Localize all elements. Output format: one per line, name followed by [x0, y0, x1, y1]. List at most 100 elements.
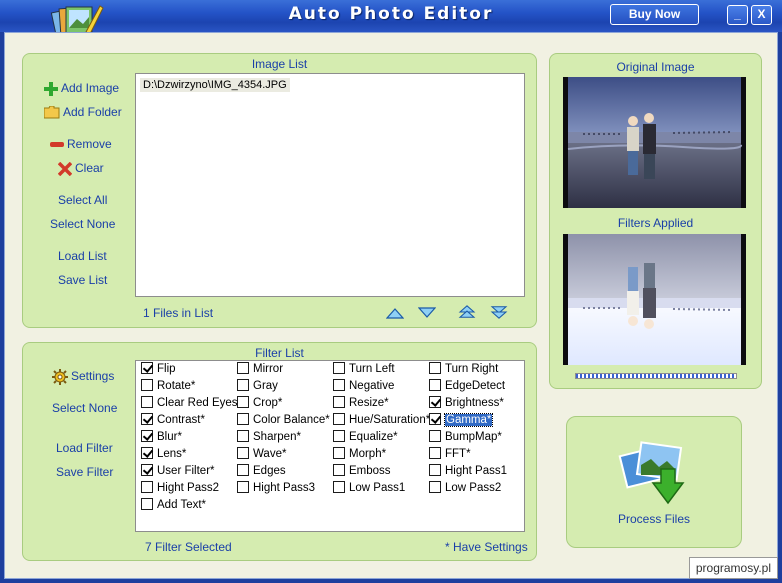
filter-item[interactable]: Mirror — [237, 362, 283, 377]
add-folder-button[interactable]: Add Folder — [44, 105, 122, 119]
original-image — [563, 77, 746, 208]
filter-item[interactable]: Low Pass1 — [333, 481, 405, 496]
filter-checkbox[interactable] — [429, 481, 441, 493]
filter-item[interactable]: BumpMap* — [429, 430, 502, 445]
filter-select-none-button[interactable]: Select None — [52, 401, 117, 415]
filter-item[interactable]: Emboss — [333, 464, 391, 479]
filter-label: EdgeDetect — [445, 380, 506, 392]
filter-item[interactable]: User Filter* — [141, 464, 215, 479]
image-list-box[interactable]: D:\Dzwirzyno\IMG_4354.JPG — [135, 73, 525, 297]
move-up-icon[interactable] — [386, 306, 404, 320]
filter-item[interactable]: Color Balance* — [237, 413, 330, 428]
clear-button[interactable]: Clear — [58, 161, 104, 176]
filter-item[interactable]: Clear Red Eyes — [141, 396, 238, 411]
load-filter-button[interactable]: Load Filter — [56, 441, 113, 455]
close-button[interactable]: X — [751, 5, 772, 25]
filter-item[interactable]: Turn Left — [333, 362, 395, 377]
filter-item[interactable]: EdgeDetect — [429, 379, 505, 394]
filter-checkbox[interactable] — [237, 413, 249, 425]
filter-item[interactable]: Gamma* — [429, 413, 494, 428]
move-top-icon[interactable] — [458, 305, 476, 319]
files-count: 1 Files in List — [143, 306, 214, 320]
filter-checkbox[interactable] — [429, 362, 441, 374]
filter-checkbox[interactable] — [237, 362, 249, 374]
filter-checkbox[interactable] — [141, 379, 153, 391]
filter-label: Flip — [157, 363, 176, 375]
filter-label: Rotate* — [157, 380, 196, 392]
filter-label: Low Pass1 — [349, 482, 406, 494]
select-all-button[interactable]: Select All — [58, 193, 107, 207]
select-none-button[interactable]: Select None — [50, 217, 115, 231]
filter-item[interactable]: Rotate* — [141, 379, 195, 394]
filter-label: Wave* — [253, 448, 287, 460]
add-image-button[interactable]: Add Image — [44, 81, 119, 96]
filter-checkbox[interactable] — [237, 481, 249, 493]
filter-checkbox[interactable] — [429, 396, 441, 408]
filter-item[interactable]: Wave* — [237, 447, 286, 462]
filter-checkbox[interactable] — [141, 447, 153, 459]
filter-label: User Filter* — [157, 465, 215, 477]
filter-item[interactable]: Turn Right — [429, 362, 498, 377]
filter-checkbox[interactable] — [141, 498, 153, 510]
remove-button[interactable]: Remove — [50, 137, 112, 151]
filter-checkbox[interactable] — [237, 430, 249, 442]
filter-checkbox[interactable] — [141, 396, 153, 408]
filter-checkbox[interactable] — [333, 413, 345, 425]
filter-checkbox[interactable] — [333, 379, 345, 391]
filter-item[interactable]: FFT* — [429, 447, 471, 462]
filter-checkbox[interactable] — [237, 379, 249, 391]
minimize-button[interactable]: _ — [727, 5, 748, 25]
filter-item[interactable]: Contrast* — [141, 413, 205, 428]
filter-item[interactable]: Brightness* — [429, 396, 504, 411]
filter-checkbox[interactable] — [237, 396, 249, 408]
filter-item[interactable]: Equalize* — [333, 430, 398, 445]
filter-checkbox[interactable] — [333, 362, 345, 374]
filter-checkbox[interactable] — [429, 413, 441, 425]
filter-item[interactable]: Add Text* — [141, 498, 206, 513]
filter-label: Negative — [349, 380, 395, 392]
filters-selected-count: 7 Filter Selected — [145, 540, 232, 554]
filter-item[interactable]: Sharpen* — [237, 430, 301, 445]
move-bottom-icon[interactable] — [490, 305, 508, 319]
filter-checkbox[interactable] — [333, 396, 345, 408]
filter-item[interactable]: Hight Pass3 — [237, 481, 315, 496]
filter-checkbox[interactable] — [333, 447, 345, 459]
filter-item[interactable]: Hight Pass1 — [429, 464, 507, 479]
filter-checkbox[interactable] — [141, 413, 153, 425]
filter-checkbox[interactable] — [429, 430, 441, 442]
filter-checkbox[interactable] — [429, 379, 441, 391]
filter-checkbox[interactable] — [141, 464, 153, 476]
filter-list-title: Filter List — [255, 346, 304, 360]
filter-item[interactable]: Blur* — [141, 430, 182, 445]
filter-item[interactable]: Resize* — [333, 396, 389, 411]
buy-now-button[interactable]: Buy Now — [610, 4, 699, 25]
filter-item[interactable]: Hight Pass2 — [141, 481, 219, 496]
filter-item[interactable]: Flip — [141, 362, 176, 377]
filter-checkbox[interactable] — [141, 430, 153, 442]
move-down-icon[interactable] — [418, 306, 436, 320]
filter-checkbox[interactable] — [141, 481, 153, 493]
save-list-button[interactable]: Save List — [58, 273, 107, 287]
filter-item[interactable]: Crop* — [237, 396, 282, 411]
filter-checkbox[interactable] — [429, 447, 441, 459]
filter-checkbox[interactable] — [237, 464, 249, 476]
filter-item[interactable]: Lens* — [141, 447, 186, 462]
settings-button[interactable]: Settings — [52, 369, 114, 385]
save-filter-button[interactable]: Save Filter — [56, 465, 113, 479]
load-list-button[interactable]: Load List — [58, 249, 107, 263]
filter-checkbox[interactable] — [141, 362, 153, 374]
filter-checkbox[interactable] — [333, 464, 345, 476]
process-files-icon — [618, 441, 685, 505]
process-files-button[interactable]: Process Files — [566, 416, 742, 548]
filter-checkbox[interactable] — [333, 481, 345, 493]
filter-item[interactable]: Low Pass2 — [429, 481, 501, 496]
filter-item[interactable]: Negative — [333, 379, 394, 394]
filter-item[interactable]: Morph* — [333, 447, 386, 462]
filter-checkbox[interactable] — [333, 430, 345, 442]
filter-item[interactable]: Gray — [237, 379, 278, 394]
filter-checkbox[interactable] — [429, 464, 441, 476]
filter-item[interactable]: Edges — [237, 464, 286, 479]
filter-item[interactable]: Hue/Saturation* — [333, 413, 430, 428]
file-list-item[interactable]: D:\Dzwirzyno\IMG_4354.JPG — [140, 78, 290, 92]
filter-checkbox[interactable] — [237, 447, 249, 459]
